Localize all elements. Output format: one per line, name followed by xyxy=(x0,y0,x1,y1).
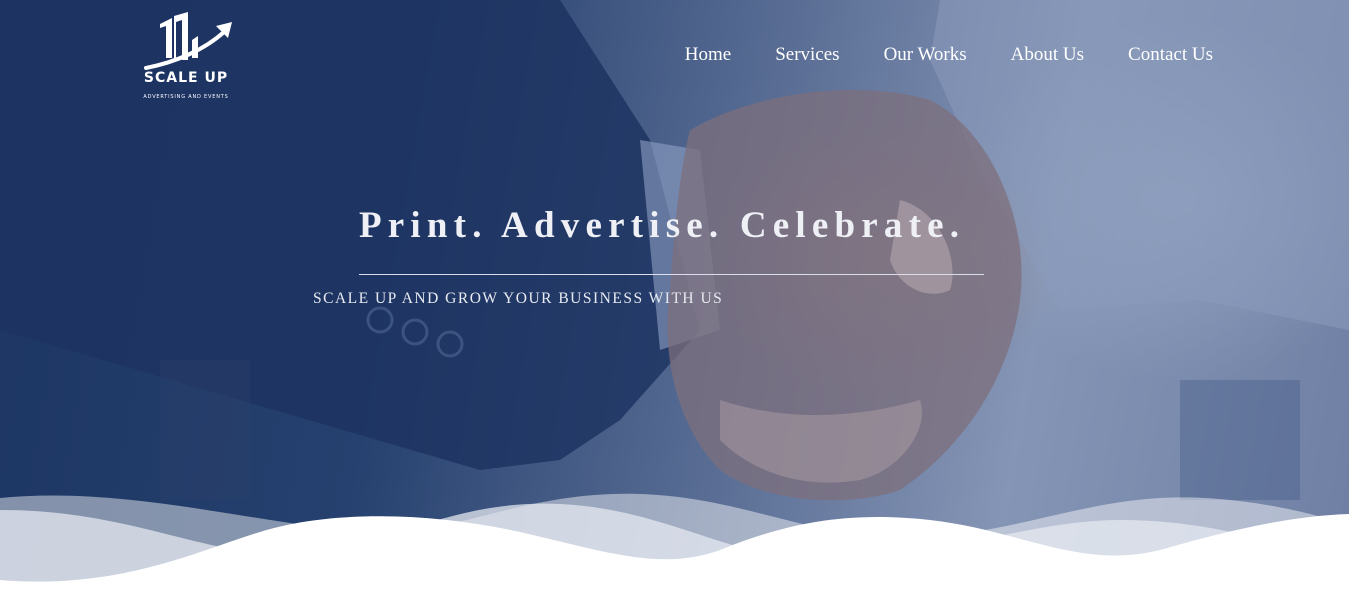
scale-up-logo[interactable]: SCALE UP ADVERTISING AND EVENTS xyxy=(136,10,236,102)
hero-subheadline: SCALE UP AND GROW YOUR BUSINESS WITH US xyxy=(313,290,724,307)
building-arrow-icon xyxy=(144,12,232,70)
nav-item-home[interactable]: Home xyxy=(685,44,731,66)
nav-item-contact-us[interactable]: Contact Us xyxy=(1128,44,1213,66)
main-nav: Home Services Our Works About Us Contact… xyxy=(685,44,1213,66)
nav-item-services[interactable]: Services xyxy=(775,44,839,66)
nav-item-about-us[interactable]: About Us xyxy=(1011,44,1084,66)
hero-headline: Print. Advertise. Celebrate. xyxy=(359,205,966,246)
hero-divider xyxy=(359,274,984,275)
brand-tagline: ADVERTISING AND EVENTS xyxy=(143,94,229,100)
hero-section: SCALE UP ADVERTISING AND EVENTS Home Ser… xyxy=(0,0,1349,614)
wave-divider xyxy=(0,493,1349,614)
brand-name: SCALE UP xyxy=(143,70,229,86)
nav-item-our-works[interactable]: Our Works xyxy=(884,44,967,66)
